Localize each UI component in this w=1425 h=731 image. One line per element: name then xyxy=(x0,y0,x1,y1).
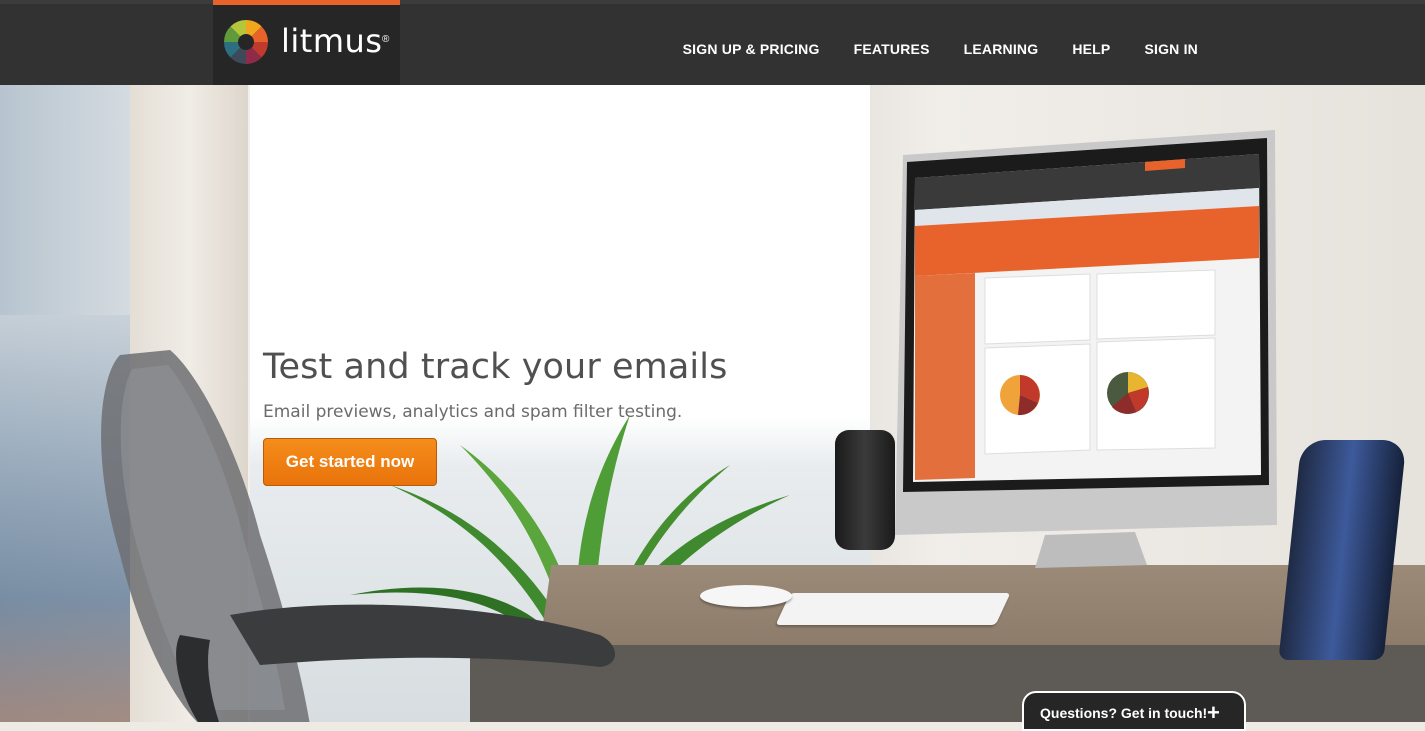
mouse xyxy=(700,585,792,607)
plus-icon: + xyxy=(1207,700,1220,725)
top-navigation-bar: litmus ® SIGN UP & PRICING FEATURES LEAR… xyxy=(0,0,1425,89)
litmus-logo-link[interactable]: litmus ® xyxy=(213,0,400,89)
hero-background-photo: Test and track your emails Email preview… xyxy=(0,85,1425,722)
chat-tab-label: Questions? Get in touch! xyxy=(1040,705,1208,721)
nav-sign-up-pricing[interactable]: SIGN UP & PRICING xyxy=(683,41,820,57)
main-nav: SIGN UP & PRICING FEATURES LEARNING HELP… xyxy=(649,41,1198,57)
logo-wordmark: litmus xyxy=(281,22,383,60)
nav-learning[interactable]: LEARNING xyxy=(964,41,1039,57)
office-chair xyxy=(101,350,615,722)
registered-mark: ® xyxy=(382,34,390,45)
litmus-color-wheel-icon xyxy=(224,20,268,64)
nav-features[interactable]: FEATURES xyxy=(854,41,930,57)
contact-chat-tab[interactable]: Questions? Get in touch! + xyxy=(1022,691,1246,731)
get-started-button[interactable]: Get started now xyxy=(263,438,437,486)
hero-headline: Test and track your emails xyxy=(263,347,728,387)
keyboard xyxy=(775,593,1011,625)
hero-subheadline: Email previews, analytics and spam filte… xyxy=(263,402,683,422)
imac-monitor xyxy=(895,130,1277,568)
nav-sign-in[interactable]: SIGN IN xyxy=(1144,41,1198,57)
nav-help[interactable]: HELP xyxy=(1072,41,1110,57)
